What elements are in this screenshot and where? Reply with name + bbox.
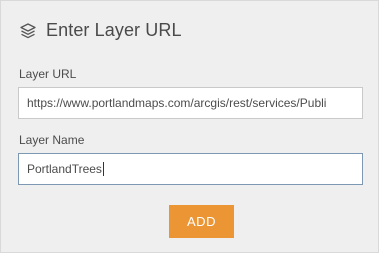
panel-title: Enter Layer URL	[46, 20, 182, 40]
layer-url-label: Layer URL	[19, 67, 77, 81]
layer-name-value: PortlandTrees	[27, 162, 102, 176]
text-caret	[102, 162, 104, 176]
panel-header: Enter Layer URL	[19, 20, 182, 41]
layer-name-label: Layer Name	[19, 133, 85, 147]
enter-layer-url-panel: Enter Layer URL Layer URL https://www.po…	[0, 0, 379, 253]
layer-name-input[interactable]: PortlandTrees	[18, 153, 363, 185]
layer-url-value: https://www.portlandmaps.com/arcgis/rest…	[27, 96, 327, 110]
layers-icon	[19, 22, 37, 40]
add-button[interactable]: ADD	[169, 205, 234, 238]
layer-url-input[interactable]: https://www.portlandmaps.com/arcgis/rest…	[18, 87, 363, 119]
